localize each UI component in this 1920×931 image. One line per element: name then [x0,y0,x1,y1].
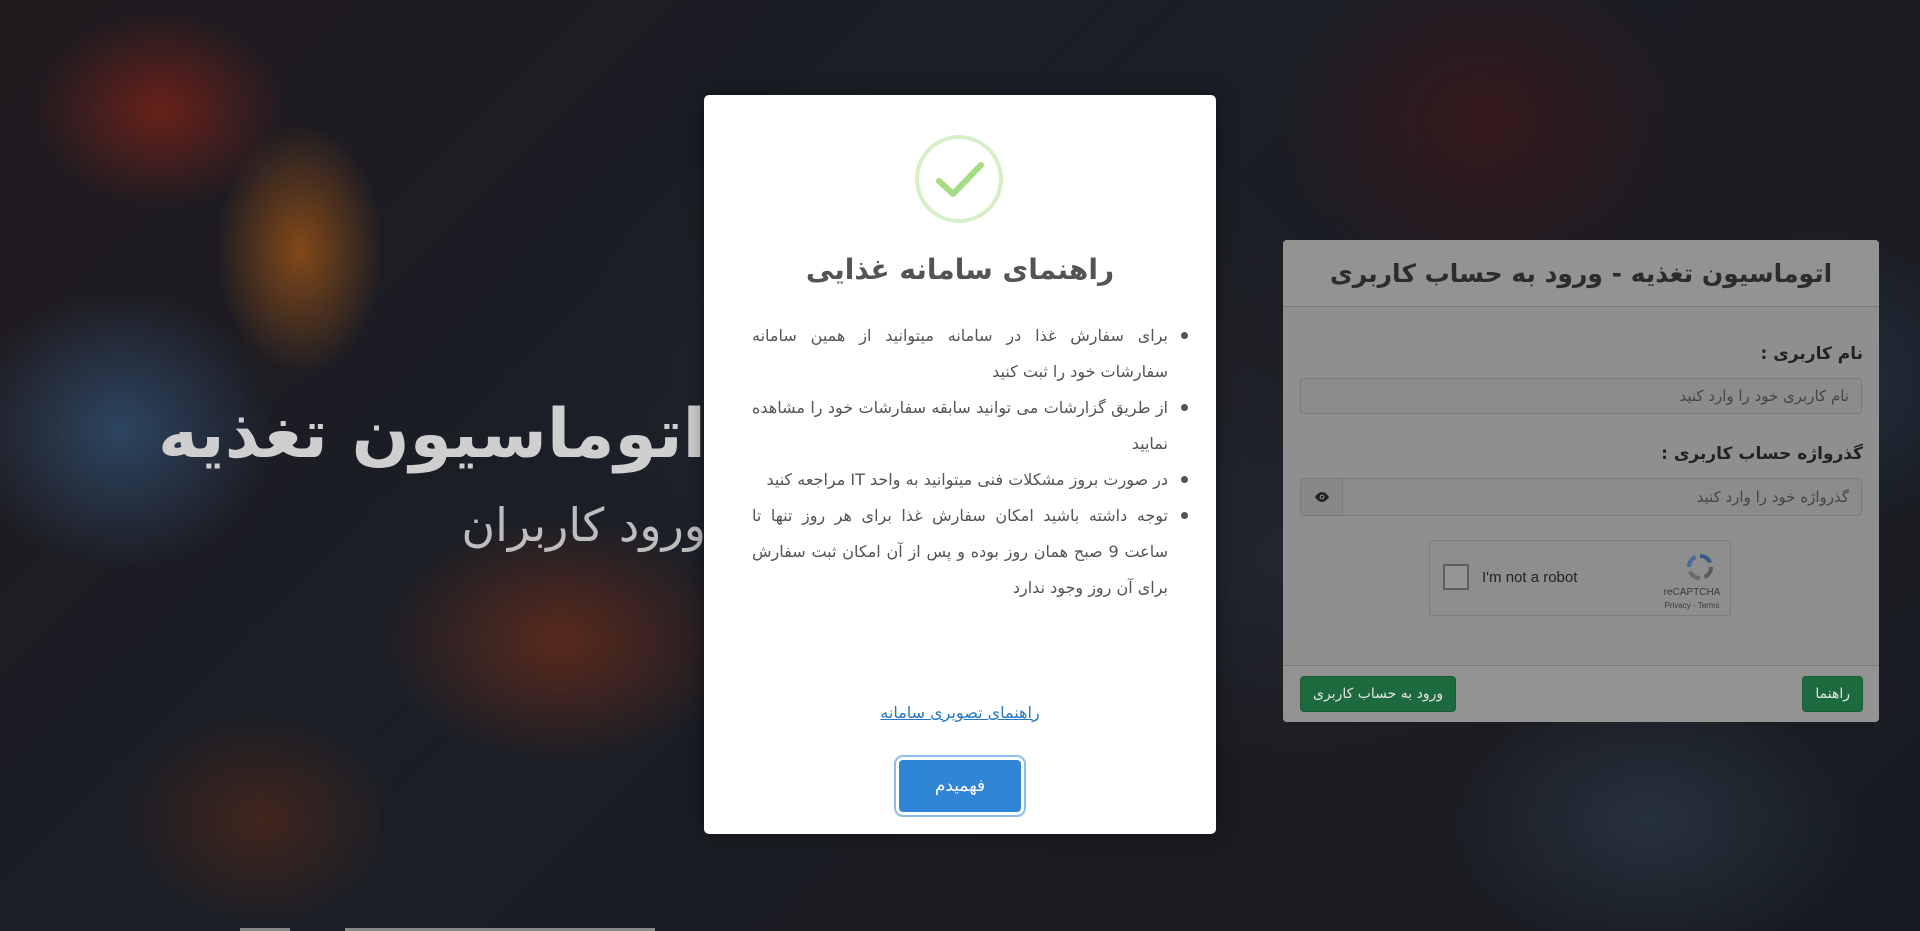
confirm-button[interactable]: فهمیدم [899,760,1021,812]
login-card: اتوماسیون تغذیه - ورود به حساب کاربری نا… [1283,240,1879,722]
login-submit-button[interactable]: ورود به حساب کاربری [1300,676,1457,712]
username-input[interactable]: نام کاربری خود را وارد کنید [1300,378,1862,414]
login-footer: ورود به حساب کاربری راهنما [1283,665,1879,722]
eye-icon [1314,492,1329,502]
recaptcha-label: I'm not a robot [1482,569,1578,586]
visual-guide-link[interactable]: راهنمای تصویری سامانه [704,703,1216,722]
recaptcha-checkbox[interactable] [1443,564,1469,590]
hero-title: اتوماسیون تغذیه [157,395,706,474]
success-icon [915,135,1003,223]
modal-list: برای سفارش غذا در سامانه میتوانید از همی… [752,318,1188,606]
recaptcha-logo-icon [1687,554,1713,580]
password-input[interactable]: گذرواژه خود را وارد کنید [1342,478,1862,516]
recaptcha-widget: I'm not a robot reCAPTCHA Privacy - Term… [1429,540,1731,616]
password-group: گذرواژه خود را وارد کنید [1300,478,1862,516]
login-header: اتوماسیون تغذیه - ورود به حساب کاربری [1283,240,1879,307]
username-label: نام کاربری : [1760,344,1863,364]
recaptcha-brand: reCAPTCHA [1663,587,1721,598]
list-item: برای سفارش غذا در سامانه میتوانید از همی… [752,318,1188,390]
checkmark-icon [936,162,984,197]
help-button[interactable]: راهنما [1802,676,1863,712]
list-item: در صورت بروز مشکلات فنی میتوانید به واحد… [752,462,1188,498]
recaptcha-links[interactable]: Privacy - Terms [1662,601,1722,610]
hero-subtitle: ورود کاربران [461,498,706,552]
list-item: از طریق گزارشات می توانید سابقه سفارشات … [752,390,1188,462]
help-modal: راهنمای سامانه غذایی برای سفارش غذا در س… [704,95,1216,834]
modal-title: راهنمای سامانه غذایی [805,253,1115,286]
password-label: گذرواژه حساب کاربری : [1661,444,1863,464]
show-password-button[interactable] [1300,478,1342,516]
list-item: توجه داشته باشید امکان سفارش غذا برای هر… [752,498,1188,606]
